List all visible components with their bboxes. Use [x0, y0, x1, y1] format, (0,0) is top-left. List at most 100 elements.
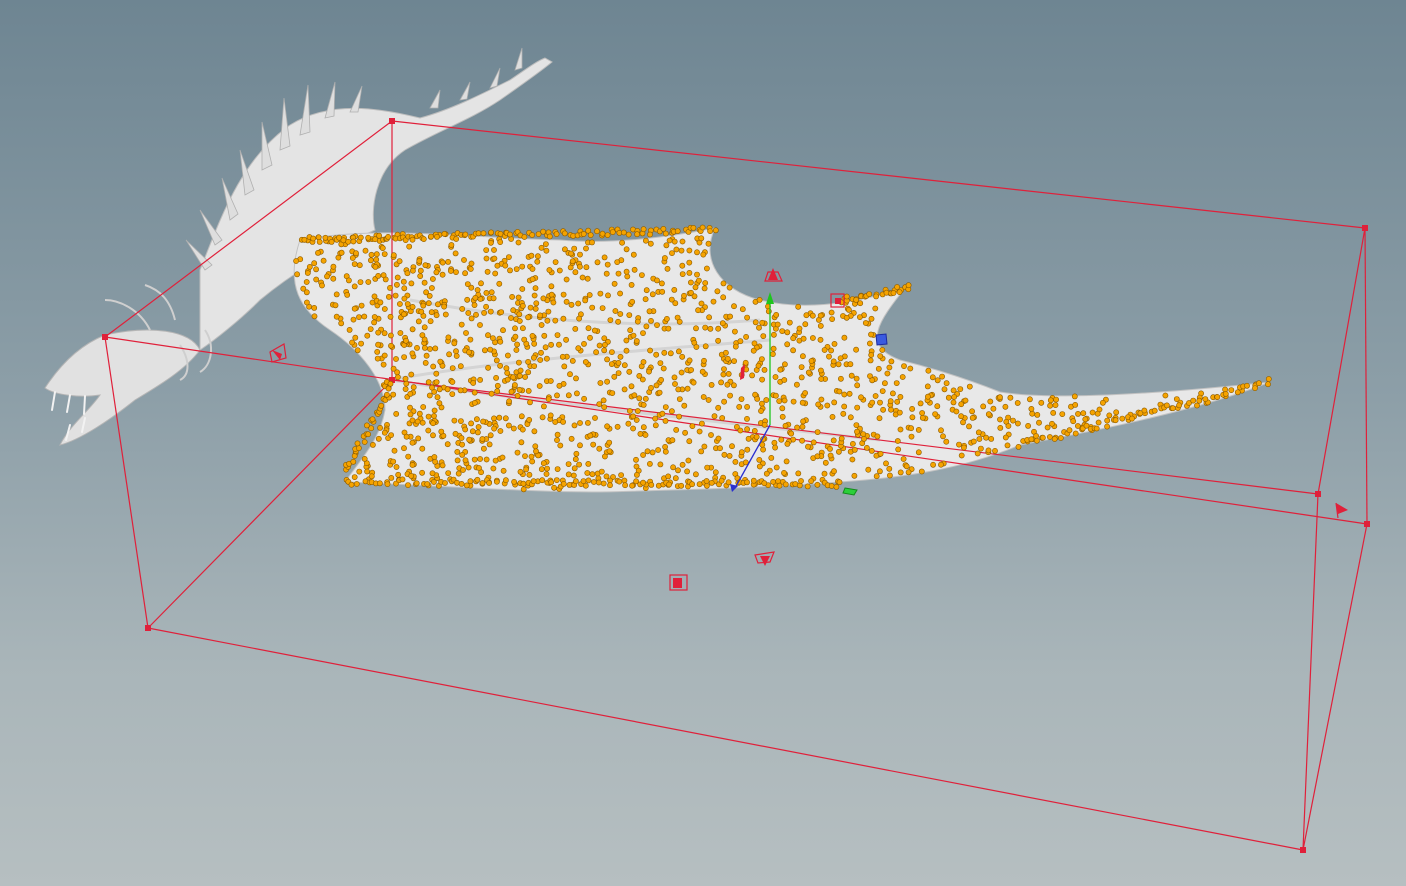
scatter-point — [643, 287, 650, 294]
scatter-point — [446, 351, 452, 358]
scatter-point — [712, 227, 719, 234]
scatter-point — [531, 363, 538, 369]
scatter-point — [779, 413, 786, 420]
scatter-point — [621, 477, 628, 484]
scatter-point — [750, 477, 757, 484]
scatter-point — [694, 249, 700, 256]
scatter-point — [770, 351, 776, 357]
scatter-point — [634, 471, 640, 478]
scatter-point — [773, 311, 780, 318]
scatter-point — [1082, 416, 1089, 423]
scatter-point — [649, 449, 656, 456]
scatter-point — [582, 297, 589, 304]
scatter-point — [338, 320, 345, 327]
scatter-point — [643, 323, 650, 330]
scatter-point — [661, 349, 668, 356]
scatter-point — [332, 302, 339, 309]
scatter-point — [538, 244, 545, 251]
scatter-point — [449, 391, 456, 397]
scatter-point — [808, 478, 814, 484]
scatter-point — [486, 441, 493, 448]
scatter-point — [698, 448, 705, 455]
scatter-point — [480, 230, 487, 237]
scatter-point — [421, 344, 428, 351]
scatter-point — [717, 445, 723, 452]
scatter-point — [542, 344, 549, 351]
scatter-point — [464, 281, 471, 287]
scene-canvas[interactable] — [0, 0, 1406, 886]
scatter-point — [843, 293, 850, 300]
scatter-point — [609, 390, 616, 396]
handle-bottom-b[interactable] — [669, 574, 688, 591]
handle-top[interactable] — [764, 268, 783, 282]
scatter-point — [966, 383, 973, 390]
scatter-point — [560, 480, 567, 487]
scatter-point — [586, 292, 593, 298]
scatter-point — [633, 456, 639, 463]
scatter-point — [465, 310, 472, 316]
scatter-point — [738, 396, 745, 402]
scatter-point — [529, 332, 536, 339]
axis-y-arrow-icon[interactable] — [766, 292, 774, 304]
scatter-point — [957, 386, 964, 392]
scatter-point — [474, 429, 481, 436]
scatter-point — [704, 265, 710, 272]
scatter-point — [851, 472, 858, 479]
scatter-point — [738, 449, 745, 456]
handle-right[interactable] — [1335, 502, 1348, 519]
scatter-point — [761, 480, 768, 487]
scatter-point — [985, 447, 992, 454]
scatter-point — [627, 408, 633, 414]
scatter-point — [444, 441, 451, 448]
scatter-point — [414, 344, 420, 351]
scatter-point — [810, 439, 817, 446]
scatter-point — [350, 238, 357, 245]
scatter-point — [1170, 405, 1176, 412]
handle-blue[interactable] — [875, 333, 888, 346]
scatter-point — [778, 436, 785, 443]
scatter-point — [631, 392, 638, 399]
scatter-point — [674, 228, 681, 234]
scatter-point — [1015, 443, 1022, 450]
scatter-point — [431, 454, 438, 460]
scatter-point — [488, 289, 495, 296]
scatter-point — [868, 447, 875, 454]
scatter-point — [951, 394, 957, 400]
scatter-point — [958, 401, 965, 408]
scatter-point — [348, 481, 355, 488]
scatter-point — [629, 482, 635, 489]
scatter-point — [516, 386, 523, 393]
scatter-point — [934, 377, 941, 384]
scatter-point — [888, 406, 894, 413]
scatter-point — [484, 268, 491, 275]
scatter-point — [759, 376, 765, 383]
scatter-point — [644, 448, 651, 455]
scatter-point — [587, 432, 594, 439]
scatter-point — [396, 258, 403, 265]
scatter-point — [493, 478, 500, 485]
scatter-point — [540, 295, 547, 302]
scatter-point — [744, 403, 750, 410]
scatter-point — [572, 269, 579, 276]
scatter-point — [598, 468, 605, 475]
scatter-point — [628, 281, 635, 288]
scatter-point — [690, 379, 697, 386]
scatter-point — [633, 338, 640, 344]
scatter-point — [617, 353, 624, 360]
scatter-point — [407, 390, 414, 397]
scatter-point — [552, 419, 559, 425]
scatter-point — [629, 298, 636, 305]
scatter-point — [541, 332, 548, 339]
handle-green[interactable] — [842, 487, 858, 496]
handle-bottom-a[interactable] — [754, 551, 775, 566]
scatter-point — [469, 428, 476, 435]
scatter-point — [409, 267, 416, 274]
scatter-point — [409, 236, 416, 243]
handle-left[interactable] — [269, 343, 287, 363]
scatter-point — [877, 450, 884, 457]
3d-viewport[interactable] — [0, 0, 1406, 886]
scatter-point — [718, 379, 724, 386]
scatter-point — [395, 471, 402, 478]
scatter-point — [439, 462, 446, 469]
scatter-point — [884, 370, 891, 377]
